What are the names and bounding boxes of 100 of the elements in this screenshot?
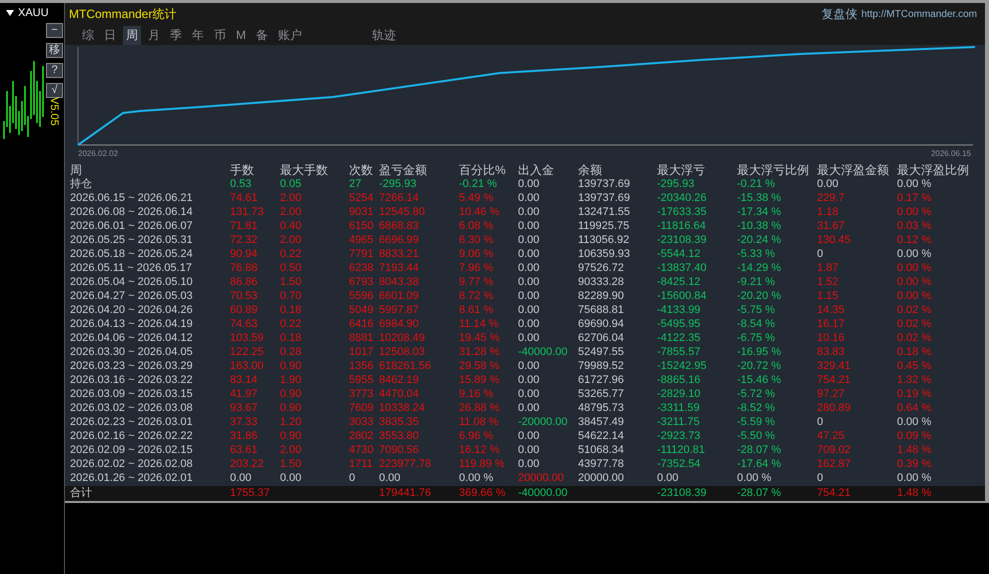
table-cell-text: 0.00 — [518, 457, 540, 471]
table-cell-text: 0.00 % — [897, 261, 932, 275]
table-cell-text: 2.00 — [280, 191, 302, 205]
dropdown-triangle-icon[interactable] — [6, 10, 14, 16]
tab[interactable]: 备 — [253, 26, 271, 44]
table-cell-text: 74.61 — [230, 191, 259, 205]
table-cell-text: 2.00 — [280, 233, 302, 247]
table-cell-text: 4470.04 — [379, 387, 420, 401]
table-cell-text: -8865.16 — [657, 373, 702, 387]
version-label: V5.05 — [48, 97, 60, 126]
table-cell-text: -3311.59 — [657, 401, 701, 415]
table-cell-text: 0.03 % — [897, 219, 932, 233]
table-cell-text: 5049 — [349, 303, 374, 317]
table-cell-text: 2026.04.20 ~ 2026.04.26 — [70, 303, 194, 317]
table-cell-text: 0.00 — [518, 233, 540, 247]
table-cell-text: -4122.35 — [657, 331, 702, 345]
table-cell-text: 16.17 — [817, 317, 846, 331]
table-cell-text: 0.00 % — [897, 275, 932, 289]
table-cell-text: 72.32 — [230, 233, 259, 247]
table-cell-text: 130.45 — [817, 233, 852, 247]
table-cell-text: 11.08 % — [459, 415, 500, 429]
table-cell-text: 2026.01.26 ~ 2026.02.01 — [70, 471, 194, 485]
tab[interactable]: 月 — [145, 26, 163, 44]
table-cell-text: 1356 — [349, 359, 374, 373]
brand-name: 复盘侠 — [821, 6, 858, 22]
panel-button[interactable]: 移 — [46, 43, 63, 58]
tab[interactable]: 账户 — [275, 26, 305, 44]
table-cell-text: 0.00 — [518, 275, 540, 289]
table-cell-text: 8833.21 — [379, 247, 420, 261]
table-cell-text: 2802 — [349, 429, 374, 443]
table-cell-text: 2026.05.25 ~ 2026.05.31 — [70, 233, 194, 247]
table-cell-text: 1711 — [349, 457, 374, 471]
table-cell-text: 2026.02.09 ~ 2026.02.15 — [70, 443, 194, 457]
tab[interactable]: M — [233, 27, 249, 43]
table-cell-text: 280.89 — [817, 401, 852, 415]
table-cell-text: 12508.03 — [379, 345, 426, 359]
table-cell-text: 1755.37 — [230, 486, 271, 500]
table-cell-text: 3773 — [349, 387, 374, 401]
table-cell-text: 29.58 % — [459, 359, 500, 373]
panel-button[interactable]: ? — [46, 63, 63, 78]
table-cell-text: 31.67 — [817, 219, 846, 233]
table-cell-text: 6238 — [349, 261, 374, 275]
table-cell-text: 0.00 — [518, 387, 540, 401]
table-cell-text: 163.00 — [230, 359, 265, 373]
table-cell-text: 6.96 % — [459, 429, 494, 443]
table-cell-text: 122.25 — [230, 345, 265, 359]
tab[interactable]: 币 — [211, 26, 229, 44]
table-cell-text: 139737.69 — [578, 191, 631, 205]
table-cell-text: 2026.06.01 ~ 2026.06.07 — [70, 219, 194, 233]
tab[interactable]: 轨迹 — [369, 26, 399, 44]
table-cell-text: 0.64 % — [897, 401, 932, 415]
website-link[interactable]: http://MTCommander.com — [861, 8, 977, 20]
table-cell-text: 7193.44 — [379, 261, 420, 275]
table-cell-text: -10.38 % — [737, 219, 782, 233]
table-cell-text: 4965 — [349, 233, 374, 247]
table-cell-text: 2.00 — [280, 443, 302, 457]
table-cell-text: 0.90 — [280, 429, 302, 443]
table-cell-text: 53265.77 — [578, 387, 625, 401]
table-cell-text: 15.89 % — [459, 373, 500, 387]
table-cell-text: -20000.00 — [518, 415, 569, 429]
table-cell-text: 113056.92 — [578, 233, 630, 247]
table-cell-text: 1.48 % — [897, 486, 932, 500]
table-cell-text: 6868.83 — [379, 219, 420, 233]
panel-button[interactable]: √ — [46, 83, 63, 98]
table-cell-text: 8462.19 — [379, 373, 420, 387]
table-cell-text: 1.15 — [817, 289, 840, 303]
table-cell-text: 0.19 % — [897, 387, 932, 401]
table-cell-text: 8881 — [349, 331, 374, 345]
table-cell-text: 合计 — [70, 486, 93, 500]
table-cell-text: 0.18 — [280, 303, 302, 317]
table-cell-text: 2026.06.08 ~ 2026.06.14 — [70, 205, 194, 219]
table-cell-text: -9.21 % — [737, 275, 776, 289]
table-cell-text: 0.02 % — [897, 303, 932, 317]
table-cell-text: 1.50 — [280, 457, 302, 471]
axis-label: 2026.02.02 — [78, 149, 118, 158]
table-cell-text: 11.14 % — [459, 317, 500, 331]
column-header: 最大浮亏比例 — [737, 163, 810, 177]
tab[interactable]: 日 — [101, 26, 119, 44]
tab[interactable]: 周 — [123, 26, 141, 44]
table-cell-text: 5955 — [349, 373, 374, 387]
table-cell-text: 0.90 — [280, 359, 302, 373]
table-cell-text: 119.89 % — [459, 457, 506, 471]
table-cell-text: -16.95 % — [737, 345, 782, 359]
table-cell-text: 2026.03.09 ~ 2026.03.15 — [70, 387, 194, 401]
tab[interactable]: 年 — [189, 26, 207, 44]
tab[interactable]: 综 — [79, 26, 97, 44]
table-cell-text: 79989.52 — [578, 359, 625, 373]
table-cell-text: 0.09 % — [897, 429, 932, 443]
tab[interactable]: 季 — [167, 26, 185, 44]
table-cell-text: 54622.14 — [578, 429, 625, 443]
table-cell-text: 31.86 — [230, 429, 259, 443]
panel-button[interactable]: − — [46, 23, 63, 38]
column-header: 次数 — [349, 163, 374, 177]
table-cell-text: 1.87 — [817, 261, 840, 275]
table-cell-text: 0.12 % — [897, 233, 932, 247]
table-cell-text: 0.45 % — [897, 359, 932, 373]
column-header: 余额 — [578, 163, 603, 177]
table-cell-text: 0.00 — [518, 177, 540, 191]
table-cell-text: 2026.02.02 ~ 2026.02.08 — [70, 457, 194, 471]
table-cell-text: -28.07 % — [737, 443, 782, 457]
